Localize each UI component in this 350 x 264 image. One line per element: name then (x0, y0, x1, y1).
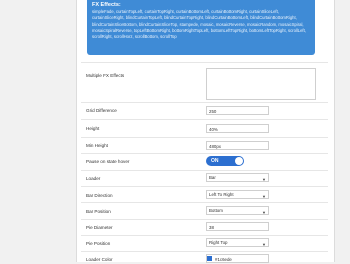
fx-effects-title: FX Effects: (92, 2, 121, 8)
row-divider (81, 186, 328, 187)
row-divider (81, 102, 328, 103)
pie-diameter-label: Pie Diameter (86, 225, 113, 230)
pie-position-label: Pie Position (86, 241, 111, 246)
pause-on-hover-toggle[interactable]: ON (206, 156, 244, 166)
min-height-input[interactable]: 480px (206, 141, 269, 150)
row-divider (81, 62, 328, 63)
min-height-label: Min Height (86, 143, 108, 148)
toggle-state-label: ON (211, 158, 219, 164)
chevron-down-icon: ▼ (262, 194, 266, 199)
row-divider (81, 202, 328, 203)
row-divider (81, 137, 328, 138)
bar-direction-label: Bar Direction (86, 193, 113, 198)
loader-label: Loader (86, 176, 101, 181)
grid-difference-label: Grid Difference (86, 108, 117, 113)
row-divider (81, 170, 328, 171)
fx-effects-info-box: FX Effects: simpleFade, curtainTopLeft, … (87, 0, 315, 55)
loader-value: Bar (209, 175, 216, 180)
row-divider (81, 119, 328, 120)
multiple-fx-input[interactable] (206, 68, 316, 100)
bar-direction-select[interactable]: Left To Right ▼ (206, 190, 269, 199)
left-rail (0, 0, 76, 262)
row-divider (81, 219, 328, 220)
chevron-down-icon: ▼ (262, 177, 266, 182)
loader-color-label: Loader Color (86, 257, 113, 262)
fx-effects-list: simpleFade, curtainTopLeft, curtainTopRi… (92, 9, 306, 40)
toggle-knob (235, 157, 243, 165)
row-divider (81, 153, 328, 154)
height-input[interactable]: 40% (206, 124, 269, 133)
loader-select[interactable]: Bar ▼ (206, 173, 269, 182)
color-swatch[interactable] (207, 256, 212, 261)
pie-position-value: Right Top (209, 240, 228, 245)
chevron-down-icon: ▼ (262, 242, 266, 247)
pause-on-hover-label: Pause on state hover (86, 159, 130, 164)
bar-position-select[interactable]: Bottom ▼ (206, 206, 269, 215)
pie-diameter-input[interactable]: 38 (206, 222, 269, 231)
grid-difference-input[interactable]: 250 (206, 106, 269, 115)
height-label: Height (86, 126, 100, 131)
row-divider (81, 235, 328, 236)
right-rail (333, 0, 350, 262)
bar-position-label: Bar Position (86, 209, 111, 214)
bar-position-value: Bottom (209, 208, 223, 213)
row-divider (81, 251, 328, 252)
chevron-down-icon: ▼ (262, 210, 266, 215)
bar-direction-value: Left To Right (209, 192, 234, 197)
multiple-fx-label: Multiple FX Effects (86, 73, 125, 78)
pie-position-select[interactable]: Right Top ▼ (206, 238, 269, 247)
